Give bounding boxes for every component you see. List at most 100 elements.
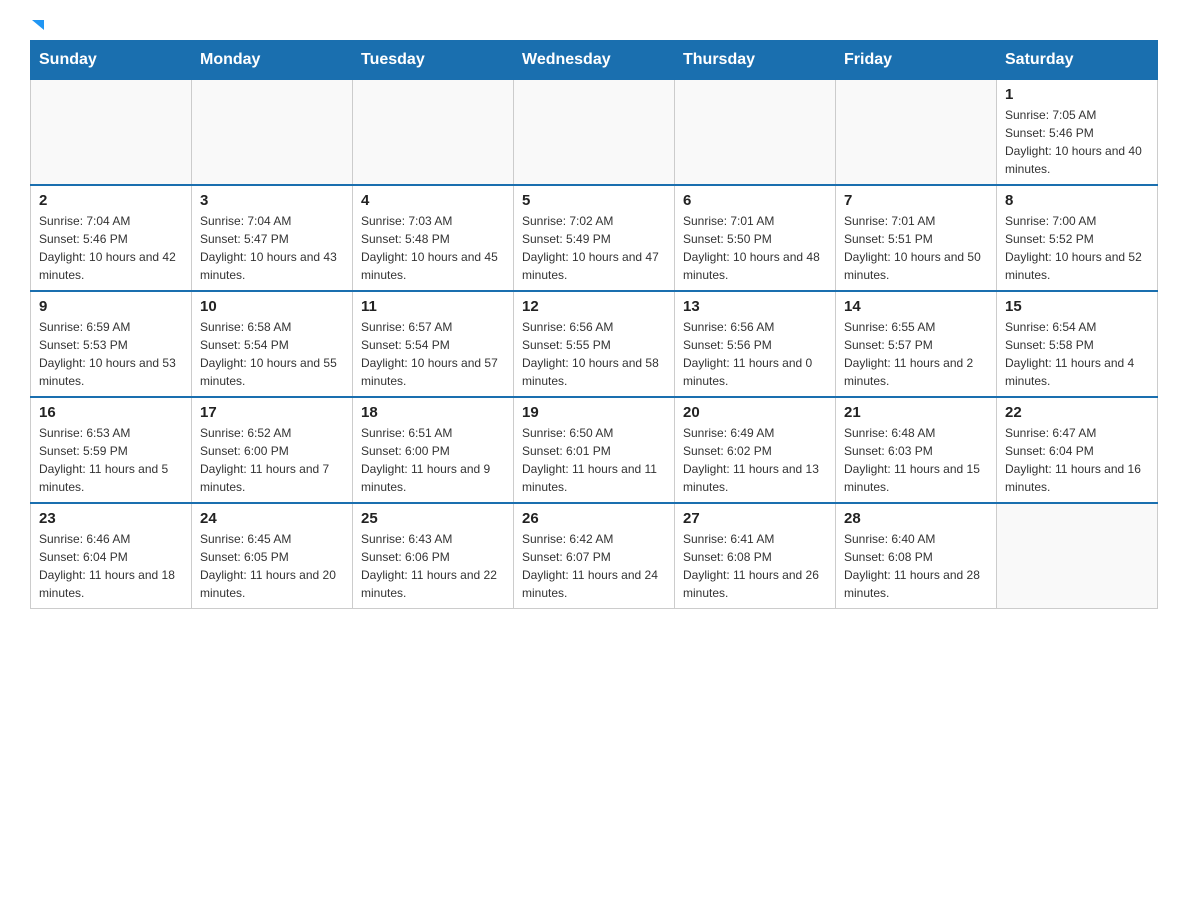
- calendar-cell: 1Sunrise: 7:05 AM Sunset: 5:46 PM Daylig…: [997, 80, 1158, 186]
- day-number: 18: [361, 404, 505, 421]
- calendar-cell: 16 Sunrise: 6:53 AM Sunset: 5:59 PM Dayli…: [31, 397, 192, 503]
- day-info: Sunrise: 6:56 AM Sunset: 5:55 PM Dayligh…: [522, 318, 666, 390]
- day-number: 21: [844, 404, 988, 421]
- day-info: Sunrise: 6:47 AM Sunset: 6:04 PM Dayligh…: [1005, 424, 1149, 496]
- day-header-sunday: Sunday: [31, 41, 192, 80]
- day-info: Sunrise: 7:01 AM Sunset: 5:50 PM Dayligh…: [683, 212, 827, 284]
- day-number: 28: [844, 510, 988, 527]
- day-info: Sunrise: 7:02 AM Sunset: 5:49 PM Dayligh…: [522, 212, 666, 284]
- day-number: 16: [39, 404, 183, 421]
- page-header: [30, 20, 1158, 30]
- day-info: Sunrise: 6:50 AM Sunset: 6:01 PM Dayligh…: [522, 424, 666, 496]
- day-info: Sunrise: 6:58 AM Sunset: 5:54 PM Dayligh…: [200, 318, 344, 390]
- day-info: Sunrise: 6:48 AM Sunset: 6:03 PM Dayligh…: [844, 424, 988, 496]
- day-number: 19: [522, 404, 666, 421]
- calendar-week-row: 9 Sunrise: 6:59 AM Sunset: 5:53 PM Daylig…: [31, 291, 1158, 397]
- day-info: Sunrise: 6:41 AM Sunset: 6:08 PM Dayligh…: [683, 530, 827, 602]
- day-number: 8: [1005, 192, 1149, 209]
- day-header-friday: Friday: [836, 41, 997, 80]
- day-info: Sunrise: 6:46 AM Sunset: 6:04 PM Dayligh…: [39, 530, 183, 602]
- day-info: Sunrise: 6:49 AM Sunset: 6:02 PM Dayligh…: [683, 424, 827, 496]
- day-number: 5: [522, 192, 666, 209]
- day-number: 11: [361, 298, 505, 315]
- calendar-cell: 26Sunrise: 6:42 AM Sunset: 6:07 PM Dayli…: [514, 503, 675, 609]
- day-header-tuesday: Tuesday: [353, 41, 514, 80]
- calendar-week-row: 1Sunrise: 7:05 AM Sunset: 5:46 PM Daylig…: [31, 80, 1158, 186]
- day-info: Sunrise: 7:04 AM Sunset: 5:47 PM Dayligh…: [200, 212, 344, 284]
- calendar-cell: 28 Sunrise: 6:40 AM Sunset: 6:08 PM Dayli…: [836, 503, 997, 609]
- day-info: Sunrise: 6:40 AM Sunset: 6:08 PM Dayligh…: [844, 530, 988, 602]
- calendar-cell: 7 Sunrise: 7:01 AM Sunset: 5:51 PM Daylig…: [836, 185, 997, 291]
- day-info: Sunrise: 6:57 AM Sunset: 5:54 PM Dayligh…: [361, 318, 505, 390]
- calendar-cell: 22 Sunrise: 6:47 AM Sunset: 6:04 PM Dayli…: [997, 397, 1158, 503]
- calendar-cell: [353, 80, 514, 186]
- logo-arrow-icon: [32, 20, 44, 30]
- calendar-cell: 25Sunrise: 6:43 AM Sunset: 6:06 PM Dayli…: [353, 503, 514, 609]
- calendar-cell: 13 Sunrise: 6:56 AM Sunset: 5:56 PM Dayli…: [675, 291, 836, 397]
- day-number: 27: [683, 510, 827, 527]
- calendar-cell: 12 Sunrise: 6:56 AM Sunset: 5:55 PM Dayli…: [514, 291, 675, 397]
- day-info: Sunrise: 6:43 AM Sunset: 6:06 PM Dayligh…: [361, 530, 505, 602]
- day-info: Sunrise: 6:52 AM Sunset: 6:00 PM Dayligh…: [200, 424, 344, 496]
- day-number: 7: [844, 192, 988, 209]
- day-number: 9: [39, 298, 183, 315]
- day-info: Sunrise: 6:55 AM Sunset: 5:57 PM Dayligh…: [844, 318, 988, 390]
- calendar-cell: [836, 80, 997, 186]
- day-number: 15: [1005, 298, 1149, 315]
- calendar-cell: 4 Sunrise: 7:03 AM Sunset: 5:48 PM Daylig…: [353, 185, 514, 291]
- calendar-cell: 18Sunrise: 6:51 AM Sunset: 6:00 PM Dayli…: [353, 397, 514, 503]
- calendar-cell: 24 Sunrise: 6:45 AM Sunset: 6:05 PM Dayli…: [192, 503, 353, 609]
- calendar-cell: 10 Sunrise: 6:58 AM Sunset: 5:54 PM Dayli…: [192, 291, 353, 397]
- day-info: Sunrise: 7:05 AM Sunset: 5:46 PM Dayligh…: [1005, 106, 1149, 178]
- calendar-table: SundayMondayTuesdayWednesdayThursdayFrid…: [30, 40, 1158, 609]
- day-number: 17: [200, 404, 344, 421]
- calendar-cell: [514, 80, 675, 186]
- day-number: 6: [683, 192, 827, 209]
- calendar-cell: [997, 503, 1158, 609]
- calendar-cell: 19 Sunrise: 6:50 AM Sunset: 6:01 PM Dayli…: [514, 397, 675, 503]
- calendar-week-row: 23 Sunrise: 6:46 AM Sunset: 6:04 PM Dayli…: [31, 503, 1158, 609]
- calendar-cell: 3 Sunrise: 7:04 AM Sunset: 5:47 PM Daylig…: [192, 185, 353, 291]
- day-info: Sunrise: 7:04 AM Sunset: 5:46 PM Dayligh…: [39, 212, 183, 284]
- calendar-week-row: 16 Sunrise: 6:53 AM Sunset: 5:59 PM Dayli…: [31, 397, 1158, 503]
- day-header-wednesday: Wednesday: [514, 41, 675, 80]
- calendar-cell: 9 Sunrise: 6:59 AM Sunset: 5:53 PM Daylig…: [31, 291, 192, 397]
- day-number: 2: [39, 192, 183, 209]
- day-info: Sunrise: 7:03 AM Sunset: 5:48 PM Dayligh…: [361, 212, 505, 284]
- day-info: Sunrise: 6:54 AM Sunset: 5:58 PM Dayligh…: [1005, 318, 1149, 390]
- day-header-monday: Monday: [192, 41, 353, 80]
- calendar-cell: 20 Sunrise: 6:49 AM Sunset: 6:02 PM Dayli…: [675, 397, 836, 503]
- day-info: Sunrise: 6:59 AM Sunset: 5:53 PM Dayligh…: [39, 318, 183, 390]
- calendar-cell: 15 Sunrise: 6:54 AM Sunset: 5:58 PM Dayli…: [997, 291, 1158, 397]
- calendar-cell: 23 Sunrise: 6:46 AM Sunset: 6:04 PM Dayli…: [31, 503, 192, 609]
- calendar-cell: 27 Sunrise: 6:41 AM Sunset: 6:08 PM Dayli…: [675, 503, 836, 609]
- calendar-cell: 21 Sunrise: 6:48 AM Sunset: 6:03 PM Dayli…: [836, 397, 997, 503]
- day-header-saturday: Saturday: [997, 41, 1158, 80]
- calendar-cell: [675, 80, 836, 186]
- day-number: 13: [683, 298, 827, 315]
- day-header-thursday: Thursday: [675, 41, 836, 80]
- day-number: 14: [844, 298, 988, 315]
- calendar-cell: 6 Sunrise: 7:01 AM Sunset: 5:50 PM Daylig…: [675, 185, 836, 291]
- day-number: 12: [522, 298, 666, 315]
- day-info: Sunrise: 7:00 AM Sunset: 5:52 PM Dayligh…: [1005, 212, 1149, 284]
- day-number: 4: [361, 192, 505, 209]
- calendar-cell: 5 Sunrise: 7:02 AM Sunset: 5:49 PM Daylig…: [514, 185, 675, 291]
- calendar-cell: [31, 80, 192, 186]
- day-number: 24: [200, 510, 344, 527]
- calendar-cell: 11 Sunrise: 6:57 AM Sunset: 5:54 PM Dayli…: [353, 291, 514, 397]
- day-info: Sunrise: 6:56 AM Sunset: 5:56 PM Dayligh…: [683, 318, 827, 390]
- calendar-cell: 17 Sunrise: 6:52 AM Sunset: 6:00 PM Dayli…: [192, 397, 353, 503]
- day-number: 3: [200, 192, 344, 209]
- logo: [30, 20, 44, 30]
- day-info: Sunrise: 6:53 AM Sunset: 5:59 PM Dayligh…: [39, 424, 183, 496]
- day-info: Sunrise: 6:45 AM Sunset: 6:05 PM Dayligh…: [200, 530, 344, 602]
- calendar-cell: 2 Sunrise: 7:04 AM Sunset: 5:46 PM Daylig…: [31, 185, 192, 291]
- day-number: 10: [200, 298, 344, 315]
- calendar-cell: [192, 80, 353, 186]
- calendar-week-row: 2 Sunrise: 7:04 AM Sunset: 5:46 PM Daylig…: [31, 185, 1158, 291]
- day-info: Sunrise: 7:01 AM Sunset: 5:51 PM Dayligh…: [844, 212, 988, 284]
- day-number: 23: [39, 510, 183, 527]
- day-number: 22: [1005, 404, 1149, 421]
- day-number: 20: [683, 404, 827, 421]
